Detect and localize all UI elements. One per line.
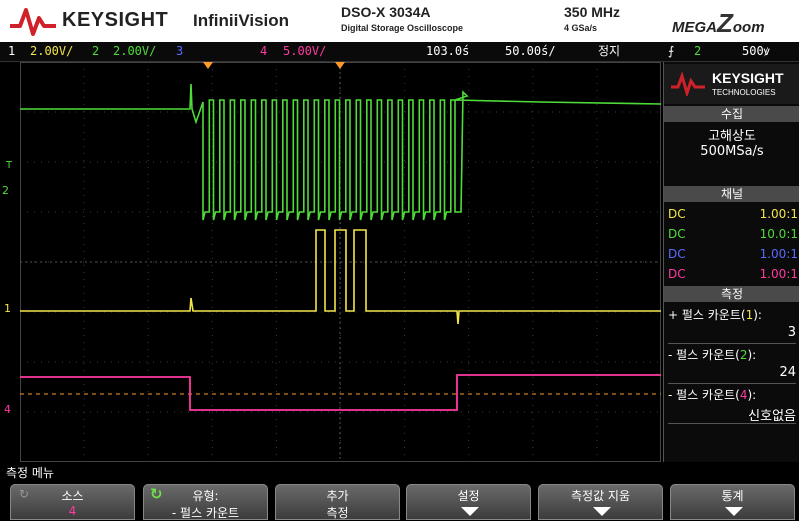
- trigger-edge-icon: ⨍: [668, 44, 675, 58]
- ch3-probe: 1.00:1: [759, 247, 798, 261]
- time-position[interactable]: 103.0ś: [426, 42, 469, 61]
- channel-markers: T 2 1 4: [0, 62, 20, 462]
- channel-header: 채널: [664, 186, 799, 202]
- measurement-header: 측정: [664, 286, 799, 302]
- arrow-down-icon: [593, 507, 611, 516]
- info-panel: KEYSIGHT TECHNOLOGIES 수집 고해상도 500MSa/s 채…: [663, 62, 799, 462]
- softkey-statistics-label: 통계: [721, 489, 744, 503]
- ch1-ground-marker[interactable]: 1: [4, 302, 11, 315]
- top-banner: KEYSIGHT InfiniiVision DSO-X 3034A Digit…: [0, 0, 799, 43]
- softkey-clear-measurements[interactable]: 측정값 지움: [538, 484, 663, 520]
- trigger-source[interactable]: 2: [694, 42, 701, 61]
- ch3-coupling: DC: [668, 247, 686, 261]
- arrow-down-icon: [461, 507, 479, 516]
- time-scale[interactable]: 50.00ś/: [505, 42, 556, 61]
- run-state: 정지: [598, 44, 621, 58]
- sample-rate-label: 4 GSa/s: [564, 23, 598, 33]
- softkey-add-label: 추가: [326, 489, 349, 503]
- meas-1-suffix: ):: [753, 308, 762, 322]
- model-description: Digital Storage Oscilloscope: [341, 23, 464, 33]
- ch4-row: DC 1.00:1: [668, 264, 798, 284]
- softkey-settings-label: 설정: [457, 489, 480, 503]
- softkey-add-label2: 측정: [326, 506, 349, 520]
- softkey-source-label: 소스: [61, 489, 84, 503]
- trigger-level-marker[interactable]: T: [6, 160, 12, 171]
- softkey-add-measurement[interactable]: 추가 측정: [275, 484, 400, 520]
- ch1-coupling: DC: [668, 207, 686, 221]
- keysight-logo-icon: [10, 8, 56, 36]
- acquisition-mode: 고해상도: [708, 129, 756, 144]
- ch3-number[interactable]: 3: [176, 42, 183, 61]
- measurement-1-value: 3: [787, 325, 796, 340]
- megazoom-logo: MEGAZoom: [672, 8, 765, 39]
- softkey-type-value: - 펄스 카운트: [171, 506, 240, 520]
- ch2-coupling: DC: [668, 227, 686, 241]
- meas-2-suffix: ):: [747, 348, 757, 362]
- trigger-level[interactable]: 500ꝟ: [742, 42, 770, 61]
- divider: [668, 383, 796, 384]
- graticule: [20, 62, 661, 462]
- waveform-display[interactable]: [20, 62, 661, 462]
- measurement-2-value: 24: [779, 365, 796, 380]
- measurement-3-value: 신호없음: [748, 409, 796, 424]
- softkey-type-label: 유형:: [192, 489, 219, 503]
- product-name: InfiniiVision: [193, 11, 290, 30]
- zoom-z-text: Z: [717, 8, 733, 38]
- panel-brand: KEYSIGHT: [712, 70, 784, 86]
- ch2-probe: 10.0:1: [759, 227, 798, 241]
- panel-brand-sub: TECHNOLOGIES: [712, 88, 776, 97]
- ch1-scale[interactable]: 2.00V/: [30, 42, 73, 61]
- meas-1-prefix: + 펄스 카운트(: [668, 308, 746, 322]
- model-number: DSO-X 3034A: [341, 4, 431, 20]
- measurement-2-label: - 펄스 카운트(2):: [668, 346, 798, 363]
- divider: [668, 343, 796, 344]
- keysight-wave-icon: [671, 72, 705, 96]
- keysight-panel-logo: KEYSIGHT TECHNOLOGIES: [664, 64, 799, 104]
- ch2-scale[interactable]: 2.00V/: [113, 42, 156, 61]
- ch4-scale[interactable]: 5.00V/: [283, 42, 326, 61]
- trigger-position-marker[interactable]: [203, 62, 213, 69]
- meas-3-prefix: - 펄스 카운트(: [668, 388, 740, 402]
- softkey-type[interactable]: ↻ 유형: - 펄스 카운트: [143, 484, 268, 520]
- acquisition-header: 수집: [664, 106, 799, 122]
- delay-marker[interactable]: [335, 62, 345, 69]
- softkey-clear-label: 측정값 지움: [570, 489, 630, 503]
- softkey-statistics[interactable]: 통계: [670, 484, 795, 520]
- ch4-ground-marker[interactable]: 4: [4, 403, 11, 416]
- ch2-ground-marker[interactable]: 2: [2, 184, 9, 197]
- arrow-down-icon: [725, 507, 743, 516]
- ch4-number[interactable]: 4: [260, 42, 267, 61]
- bandwidth-label: 350 MHz: [564, 4, 621, 20]
- ch4-coupling: DC: [668, 267, 686, 281]
- softkey-settings[interactable]: 설정: [406, 484, 531, 520]
- measurement-3-label: - 펄스 카운트(4):: [668, 386, 798, 403]
- mega-text: MEGA: [672, 19, 717, 36]
- meas-2-prefix: - 펄스 카운트(: [668, 348, 740, 362]
- ch4-probe: 1.00:1: [759, 267, 798, 281]
- measurement-1-label: + 펄스 카운트(1):: [668, 306, 798, 323]
- menu-title: 측정 메뉴: [0, 464, 799, 482]
- ch1-number[interactable]: 1: [8, 42, 15, 61]
- ch2-row: DC 10.0:1: [668, 224, 798, 244]
- acquisition-rate: 500MSa/s: [700, 144, 764, 159]
- divider: [668, 423, 796, 424]
- meas-3-suffix: ):: [747, 388, 757, 402]
- brand-name: KEYSIGHT: [62, 9, 169, 31]
- ch1-row: DC 1.00:1: [668, 204, 798, 224]
- softkey-source-value: 4: [68, 504, 77, 518]
- zoom-text: oom: [732, 19, 765, 36]
- softkey-source[interactable]: ↻ 소스 4: [10, 484, 135, 520]
- ch1-probe: 1.00:1: [759, 207, 798, 221]
- ch3-row: DC 1.00:1: [668, 244, 798, 264]
- status-bar: 1 2.00V/ 2 2.00V/ 3 4 5.00V/ 103.0ś 50.0…: [0, 42, 799, 62]
- ch2-number[interactable]: 2: [92, 42, 99, 61]
